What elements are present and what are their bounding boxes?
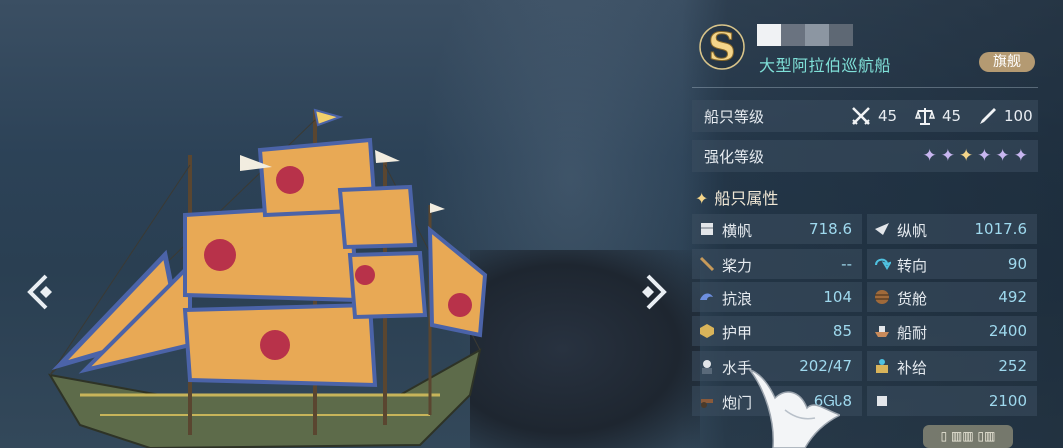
grade-emblem: S	[699, 24, 745, 70]
star-icon: ✦	[959, 146, 974, 166]
attr-value: 1017.6	[974, 220, 1028, 238]
trade-level: 45	[914, 105, 961, 127]
attr-value: 85	[832, 322, 852, 340]
hull-icon	[875, 326, 889, 337]
cargo-barrel-icon	[875, 290, 889, 304]
attr-value: 252	[998, 357, 1027, 375]
star-icon: ✦	[995, 146, 1010, 166]
lateen-sail-icon	[875, 223, 889, 235]
attr-armor: 护甲 85	[692, 316, 862, 346]
quill-pen-icon	[980, 108, 996, 124]
attr-label: 护甲	[722, 324, 753, 342]
attr-oar: 桨力 --	[692, 249, 862, 279]
cannon-icon	[701, 399, 713, 408]
attributes-title-text: 船只属性	[714, 189, 779, 208]
attr-value: 2100	[988, 392, 1027, 410]
sailor-icon	[702, 360, 712, 374]
oar-icon	[699, 256, 715, 272]
square-sail-icon	[701, 223, 713, 235]
ship-illustration	[48, 108, 488, 448]
attr-label: 桨力	[722, 257, 753, 275]
attr-wave-resist: 抗浪 104	[692, 282, 862, 312]
attr-label: 横帆	[722, 222, 753, 240]
star-icon: ✦	[1013, 146, 1028, 166]
balance-scale-icon	[914, 108, 936, 125]
bottom-action-button[interactable]: ▯ ▥▥ ▯▥	[923, 425, 1013, 448]
sparkle-icon: ✦	[695, 189, 709, 208]
attr-turning: 转向 90	[867, 249, 1037, 279]
attr-value: 2400	[988, 322, 1027, 340]
prev-ship-arrow-icon[interactable]	[22, 270, 56, 314]
explore-level: 100	[976, 105, 1033, 127]
attr-label: 补给	[897, 359, 928, 377]
attr-lateen-sail: 纵帆 1017.6	[867, 214, 1037, 244]
attr-value: 718.6	[809, 220, 852, 238]
grade-letter: S	[708, 24, 735, 69]
ship-type-name: 大型阿拉伯巡航船	[759, 56, 892, 75]
ship-level-label: 船只等级	[704, 108, 765, 126]
supply-icon	[876, 359, 888, 373]
star-icon: ✦	[922, 146, 937, 166]
armor-icon	[700, 324, 714, 338]
attr-durability: 船耐 2400	[867, 316, 1037, 346]
attr-label: 船耐	[897, 324, 928, 342]
combat-level-value: 45	[878, 107, 898, 125]
attributes-section-title: ✦ 船只属性	[695, 185, 778, 209]
player-name-redacted	[757, 24, 853, 46]
divider	[692, 87, 1038, 88]
attr-label: 纵帆	[897, 222, 928, 240]
enhance-level-row: 强化等级 ✦ ✦ ✦ ✦ ✦ ✦	[692, 140, 1038, 172]
attr-label: 转向	[897, 257, 928, 275]
star-icon: ✦	[977, 146, 992, 166]
misc-icon	[877, 396, 887, 406]
wave-icon	[700, 293, 713, 300]
attr-supply: 补给 252	[867, 351, 1037, 381]
attr-square-sail: 横帆 718.6	[692, 214, 862, 244]
combat-level: 45	[850, 105, 897, 127]
enhance-level-label: 强化等级	[704, 148, 765, 166]
star-icon: ✦	[940, 146, 955, 166]
next-ship-arrow-icon[interactable]	[638, 270, 672, 314]
attr-value: 492	[998, 288, 1027, 306]
crossed-swords-icon	[852, 107, 870, 125]
turn-arrow-icon	[875, 258, 891, 270]
enhance-stars: ✦ ✦ ✦ ✦ ✦ ✦	[923, 145, 1029, 167]
attr-value: 104	[823, 288, 852, 306]
seagull-icon	[748, 368, 840, 448]
trade-level-value: 45	[942, 107, 962, 125]
attr-label: 抗浪	[722, 290, 753, 308]
explore-level-value: 100	[1004, 107, 1033, 125]
ship-level-row: 船只等级 45 45 100	[692, 100, 1038, 132]
flagship-badge: 旗舰	[979, 52, 1035, 72]
attr-value: 90	[1007, 255, 1027, 273]
attr-cargo: 货舱 492	[867, 282, 1037, 312]
attr-misc: 2100	[867, 386, 1037, 416]
attr-value: --	[841, 255, 852, 273]
attr-label: 货舱	[897, 290, 928, 308]
